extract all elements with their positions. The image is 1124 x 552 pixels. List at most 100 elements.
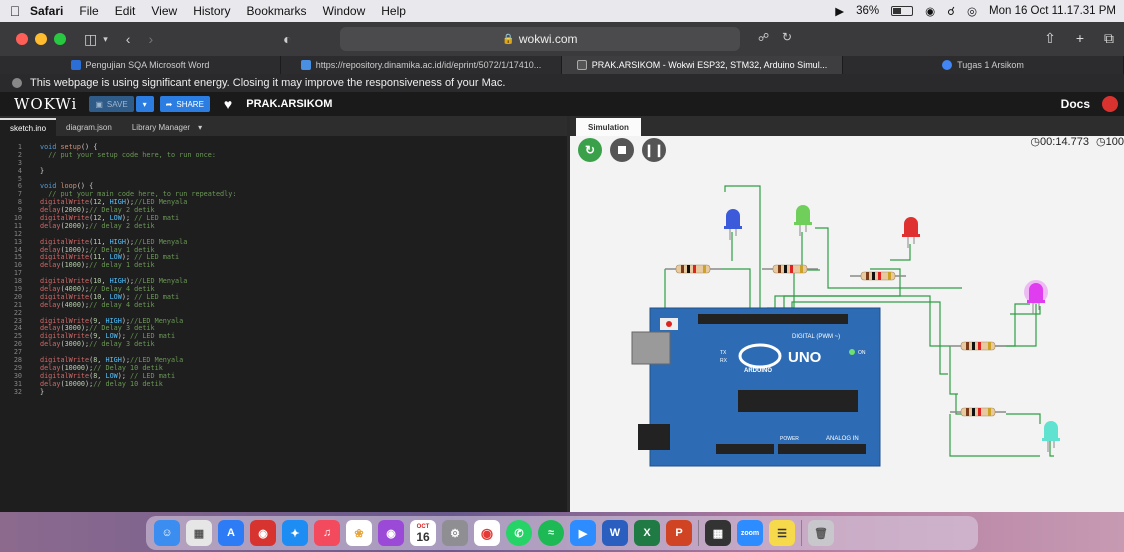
apple-menu-icon[interactable]:  [0, 3, 30, 19]
photo-booth-icon[interactable]: ◉ [250, 520, 276, 546]
chrome-icon[interactable]: ◉ [474, 520, 500, 546]
menu-window[interactable]: Window [323, 4, 366, 18]
menu-history[interactable]: History [193, 4, 230, 18]
code-line[interactable]: 4} [0, 167, 567, 176]
code-line[interactable]: 11 delay(2000);// delay 2 detik [0, 222, 567, 231]
docs-link[interactable]: Docs [1061, 97, 1090, 111]
code-text: delay(1000);// delay 1 detik [40, 261, 155, 270]
play-status-icon[interactable]: ▶ [835, 4, 844, 18]
code-line[interactable]: 21 delay(4000);// delay 4 detik [0, 301, 567, 310]
code-area[interactable]: 1 void setup() {2 // put your setup code … [0, 143, 567, 397]
close-banner-icon[interactable] [12, 78, 22, 88]
code-line[interactable]: 16 delay(1000);// delay 1 detik [0, 261, 567, 270]
menu-clock[interactable]: Mon 16 Oct 11.17.31 PM [989, 5, 1116, 17]
code-text: } [40, 387, 45, 396]
launchpad-icon[interactable]: ▦ [186, 520, 212, 546]
spotlight-icon[interactable]: ☌ [947, 4, 955, 18]
on-label: ON [858, 350, 866, 356]
code-line[interactable]: 3 [0, 159, 567, 168]
forward-icon[interactable]: › [148, 31, 153, 47]
arduino-uno-board[interactable]: UNO ARDUINO DIGITAL (PWM ~) ANALOG IN PO… [631, 307, 881, 467]
trash-icon[interactable]: 🗑 [808, 520, 834, 546]
tab-repository[interactable]: https://repository.dinamika.ac.id/id/epr… [281, 56, 562, 74]
calendar-icon[interactable]: OCT 16 [410, 520, 436, 546]
menu-file[interactable]: File [79, 4, 98, 18]
tab-tugas[interactable]: Tugas 1 Arsikom [843, 56, 1124, 74]
chevron-down-icon[interactable]: ▾ [103, 34, 108, 45]
app-store-icon[interactable]: A [218, 520, 244, 546]
tab-word[interactable]: Pengujian SQA Microsoft Word [0, 56, 281, 74]
control-center-icon[interactable]: ◉ [925, 4, 935, 18]
save-button[interactable]: ▣ SAVE [89, 96, 134, 112]
system-preferences-icon[interactable]: ⚙ [442, 520, 468, 546]
reset-button-cap [666, 321, 672, 327]
shield-icon[interactable]: ◐ [283, 31, 291, 47]
powerpoint-icon[interactable]: P [666, 520, 692, 546]
wokwi-favicon-icon [576, 60, 587, 70]
new-tab-icon[interactable]: + [1076, 30, 1084, 47]
tab-sketch-ino[interactable]: sketch.ino [0, 118, 57, 136]
resistor-5[interactable] [950, 407, 1006, 417]
notes-icon[interactable]: ☰ [769, 520, 795, 546]
menu-view[interactable]: View [151, 4, 177, 18]
address-bar[interactable]: 🔒 wokwi.com [340, 27, 740, 51]
resistor-3[interactable] [850, 271, 906, 281]
code-line[interactable]: 31 delay(10000);// delay 10 detik [0, 380, 567, 389]
tab-simulation[interactable]: Simulation [576, 118, 641, 136]
share-icon[interactable]: ⇧ [1044, 30, 1056, 47]
wokwi-logo[interactable]: WOKWi [14, 95, 77, 113]
photos-icon[interactable]: ❀ [346, 520, 372, 546]
avatar[interactable] [1102, 96, 1118, 112]
save-dropdown-button[interactable]: ▾ [135, 96, 154, 112]
excel-icon[interactable]: X [634, 520, 660, 546]
zoom-icon[interactable]: ▶ [570, 520, 596, 546]
battery-icon[interactable] [891, 6, 914, 16]
desktop-background: ☺ ▦ A ◉ ✦ ♫ ❀ ◉ OCT 16 ⚙ ◉ ✆ ≈ ▶ W X P ▦… [0, 512, 1124, 552]
sidebar-icon[interactable]: ◫ [84, 31, 97, 48]
wire [949, 346, 958, 395]
spotify-icon[interactable]: ≈ [538, 520, 564, 546]
heart-icon[interactable]: ♥ [224, 96, 232, 112]
resistor-4[interactable] [950, 341, 1006, 351]
resistor-1[interactable] [665, 264, 721, 274]
project-name[interactable]: PRAK.ARSIKOM [246, 98, 332, 110]
zoom-window-icon[interactable] [54, 33, 66, 45]
code-line[interactable]: 26 delay(3000);// delay 3 detik [0, 340, 567, 349]
tab-overview-icon[interactable]: ⧉ [1104, 30, 1114, 47]
music-icon[interactable]: ♫ [314, 520, 340, 546]
back-icon[interactable]: ‹ [126, 31, 131, 47]
zoom-meeting-icon[interactable]: zoom [737, 520, 763, 546]
podcasts-icon[interactable]: ◉ [378, 520, 404, 546]
menu-bookmarks[interactable]: Bookmarks [247, 4, 307, 18]
menu-edit[interactable]: Edit [115, 4, 136, 18]
code-line[interactable]: 2 // put your setup code here, to run on… [0, 151, 567, 160]
code-line[interactable]: 32} [0, 387, 567, 397]
menu-help[interactable]: Help [381, 4, 406, 18]
resistor-2[interactable] [762, 264, 818, 274]
circuit-canvas: UNO ARDUINO DIGITAL (PWM ~) ANALOG IN PO… [631, 185, 1060, 467]
finder-icon[interactable]: ☺ [154, 520, 180, 546]
siri-icon[interactable]: ◎ [967, 4, 977, 18]
wire [949, 414, 1040, 457]
led-cyan[interactable] [1042, 421, 1060, 452]
minimize-window-icon[interactable] [35, 33, 47, 45]
reload-icon[interactable]: ↻ [782, 30, 792, 44]
menu-safari[interactable]: Safari [30, 4, 63, 18]
tab-library-manager[interactable]: Library Manager ▾ [122, 118, 212, 136]
calculator-icon[interactable]: ▦ [705, 520, 731, 546]
share-button[interactable]: ➦ SHARE [159, 96, 210, 112]
wire [1006, 304, 1037, 347]
extension-icon[interactable]: ☍ [758, 31, 769, 44]
close-window-icon[interactable] [16, 33, 28, 45]
document-favicon-icon [300, 60, 311, 70]
tab-wokwi[interactable]: PRAK.ARSIKOM - Wokwi ESP32, STM32, Ardui… [562, 56, 843, 74]
word-icon[interactable]: W [602, 520, 628, 546]
share-arrow-icon: ➦ [165, 99, 173, 109]
tab-diagram-json[interactable]: diagram.json [56, 118, 122, 136]
safari-icon[interactable]: ✦ [282, 520, 308, 546]
led-red[interactable] [902, 217, 920, 248]
led-blue[interactable] [724, 209, 742, 240]
lock-icon: 🔒 [502, 33, 515, 45]
led-green[interactable] [794, 205, 812, 236]
whatsapp-icon[interactable]: ✆ [506, 520, 532, 546]
